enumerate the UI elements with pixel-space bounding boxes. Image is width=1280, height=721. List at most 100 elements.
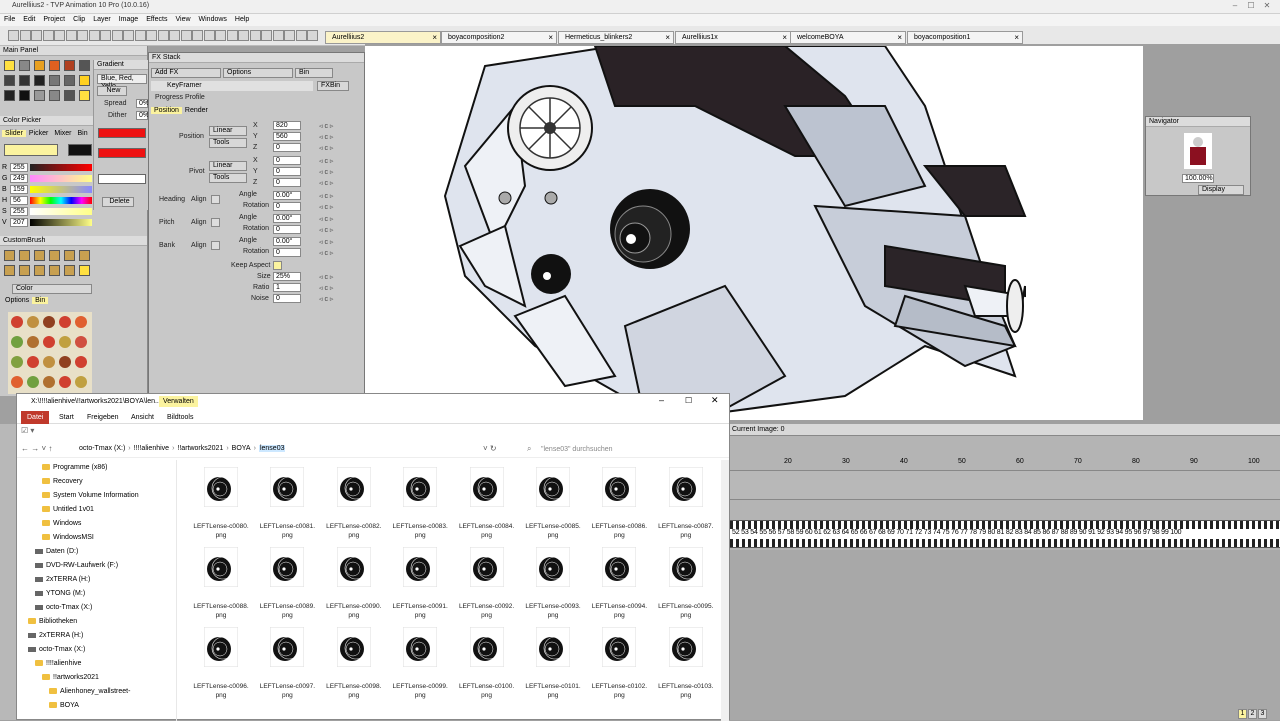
toolbar-button-icon[interactable] xyxy=(284,30,295,41)
tool-icon[interactable] xyxy=(64,75,75,86)
toolbar-button-icon[interactable] xyxy=(169,30,180,41)
bin-item-icon[interactable] xyxy=(27,316,39,328)
menu-item-windows[interactable]: Windows xyxy=(195,14,231,26)
gradient-color-2[interactable] xyxy=(98,148,146,158)
tab-render[interactable]: Render xyxy=(182,107,211,114)
nav-item[interactable]: Bibliotheken xyxy=(28,618,77,625)
breadcrumb-item[interactable]: lense03 xyxy=(258,445,286,452)
nav-item[interactable]: Alienhoney_wallstreet- xyxy=(49,688,130,695)
gradient-color-3[interactable] xyxy=(98,174,146,184)
bin-item-icon[interactable] xyxy=(75,356,87,368)
nav-item[interactable]: octo-Tmax (X:) xyxy=(35,604,92,611)
keyframer-row[interactable]: KeyFramer xyxy=(151,81,313,91)
display-select[interactable]: Display xyxy=(1198,185,1244,195)
tab-boyacomposition2[interactable]: boyacomposition2 × xyxy=(441,31,557,44)
menu-item-clip[interactable]: Clip xyxy=(69,14,89,26)
toolbar-button-icon[interactable] xyxy=(65,30,77,41)
position-z-field[interactable]: 0 xyxy=(273,143,301,152)
bin-item-icon[interactable] xyxy=(75,336,87,348)
brush-icon[interactable] xyxy=(64,265,75,276)
refresh-icon[interactable]: ˅ ↻ xyxy=(483,444,497,453)
breadcrumb-item[interactable]: BOYA xyxy=(232,445,251,452)
toolbar-button-icon[interactable] xyxy=(307,30,318,41)
options-tab[interactable]: Options xyxy=(2,297,32,304)
file-grid-scrollbar[interactable] xyxy=(721,460,729,721)
tab-welcomeboya[interactable]: welcomeBOYA × xyxy=(790,31,906,44)
brush-icon[interactable] xyxy=(79,250,90,261)
tool-icon[interactable] xyxy=(4,90,15,101)
file-item[interactable]: LEFTLense-c0094. png xyxy=(589,542,649,622)
search-input[interactable]: "lense03" durchsuchen xyxy=(541,446,613,453)
brush-icon[interactable] xyxy=(19,250,30,261)
quick-access-icon[interactable]: ☑ ▾ xyxy=(21,426,34,435)
bin-item-icon[interactable] xyxy=(59,376,71,388)
file-item[interactable]: LEFTLense-c0102. png xyxy=(589,622,649,702)
nav-item[interactable]: Daten (D:) xyxy=(35,548,78,555)
keyframe-arrows-icon[interactable]: ◃ c ▹ xyxy=(319,133,333,141)
tool-icon[interactable] xyxy=(64,90,75,101)
toolbar-button-icon[interactable] xyxy=(54,30,65,41)
bin-item-icon[interactable] xyxy=(75,376,87,388)
tool-icon[interactable] xyxy=(4,75,15,86)
tab-hermeticus_blinkers2[interactable]: Hermeticus_blinkers2 × xyxy=(558,31,674,44)
channel-value-field[interactable]: 249 xyxy=(10,174,28,183)
nav-item[interactable]: BOYA xyxy=(49,702,79,709)
bin-item-icon[interactable] xyxy=(11,316,23,328)
bank-angle-field[interactable]: 0.00° xyxy=(273,237,301,246)
breadcrumb-item[interactable]: !!artworks2021 xyxy=(177,445,223,452)
color-picker-tab-slider[interactable]: Slider xyxy=(2,130,26,137)
heading-angle-field[interactable]: 0.00° xyxy=(273,191,301,200)
channel-slider[interactable] xyxy=(30,186,92,193)
nav-item[interactable]: DVD-RW-Laufwerk (F:) xyxy=(35,562,118,569)
file-item[interactable]: LEFTLense-c0091. png xyxy=(390,542,450,622)
keyframe-arrows-icon[interactable]: ◃ c ▹ xyxy=(319,295,333,303)
file-item[interactable]: LEFTLense-c0089. png xyxy=(257,542,317,622)
tab-aurelliius2[interactable]: Aurelliius2 × xyxy=(325,31,441,44)
keyframe-arrows-icon[interactable]: ◃ c ▹ xyxy=(319,226,333,234)
brush-icon[interactable] xyxy=(79,265,90,276)
tool-icon[interactable] xyxy=(49,75,60,86)
toolbar-button-icon[interactable] xyxy=(123,30,134,41)
pivot-linear-select[interactable]: Linear xyxy=(209,161,247,171)
bin-item-icon[interactable] xyxy=(43,316,55,328)
bin-item-icon[interactable] xyxy=(27,376,39,388)
bin-item-icon[interactable] xyxy=(59,356,71,368)
tab-close-icon[interactable]: × xyxy=(432,32,437,43)
keyframe-arrows-icon[interactable]: ◃ c ▹ xyxy=(319,238,333,246)
tool-icon[interactable] xyxy=(19,75,30,86)
tab-close-icon[interactable]: × xyxy=(897,32,902,43)
bin-item-icon[interactable] xyxy=(75,316,87,328)
keyframe-arrows-icon[interactable]: ◃ c ▹ xyxy=(319,273,333,281)
tool-icon[interactable] xyxy=(79,75,90,86)
file-item[interactable]: LEFTLense-c0103. png xyxy=(656,622,716,702)
gradient-color-1[interactable] xyxy=(98,128,146,138)
pivot-y-field[interactable]: 0 xyxy=(273,167,301,176)
ratio-field[interactable]: 1 xyxy=(273,283,301,292)
heading-align-checkbox[interactable] xyxy=(211,195,220,204)
file-item[interactable]: LEFTLense-c0099. png xyxy=(390,622,450,702)
channel-value-field[interactable]: 255 xyxy=(10,163,28,172)
channel-slider[interactable] xyxy=(30,175,92,182)
nav-item[interactable]: System Volume Information xyxy=(42,492,139,499)
pivot-tools-select[interactable]: Tools xyxy=(209,173,247,183)
position-y-field[interactable]: 560 xyxy=(273,132,301,141)
keyframe-arrows-icon[interactable]: ◃ c ▹ xyxy=(319,203,333,211)
file-item[interactable]: LEFTLense-c0087. png xyxy=(656,462,716,542)
menu-item-image[interactable]: Image xyxy=(115,14,142,26)
color-picker-tab-mixer[interactable]: Mixer xyxy=(51,130,74,137)
current-color-swatch[interactable] xyxy=(4,144,58,156)
nav-item[interactable]: Programme (x86) xyxy=(42,464,107,471)
options-select[interactable]: Options xyxy=(223,68,293,78)
toolbar-button-icon[interactable] xyxy=(8,30,19,41)
gradient-delete-button[interactable]: Delete xyxy=(102,197,134,207)
pitch-align-checkbox[interactable] xyxy=(211,218,220,227)
ribbon-tab-start[interactable]: Start xyxy=(57,411,76,424)
bin-select[interactable]: Bin xyxy=(295,68,333,78)
channel-slider[interactable] xyxy=(30,197,92,204)
heading-rotation-field[interactable]: 0 xyxy=(273,202,301,211)
navigator-thumbnail[interactable] xyxy=(1184,133,1212,169)
menu-item-layer[interactable]: Layer xyxy=(89,14,115,26)
bank-align-checkbox[interactable] xyxy=(211,241,220,250)
tab-close-icon[interactable]: × xyxy=(665,32,670,43)
add-fx-select[interactable]: Add FX xyxy=(151,68,221,78)
